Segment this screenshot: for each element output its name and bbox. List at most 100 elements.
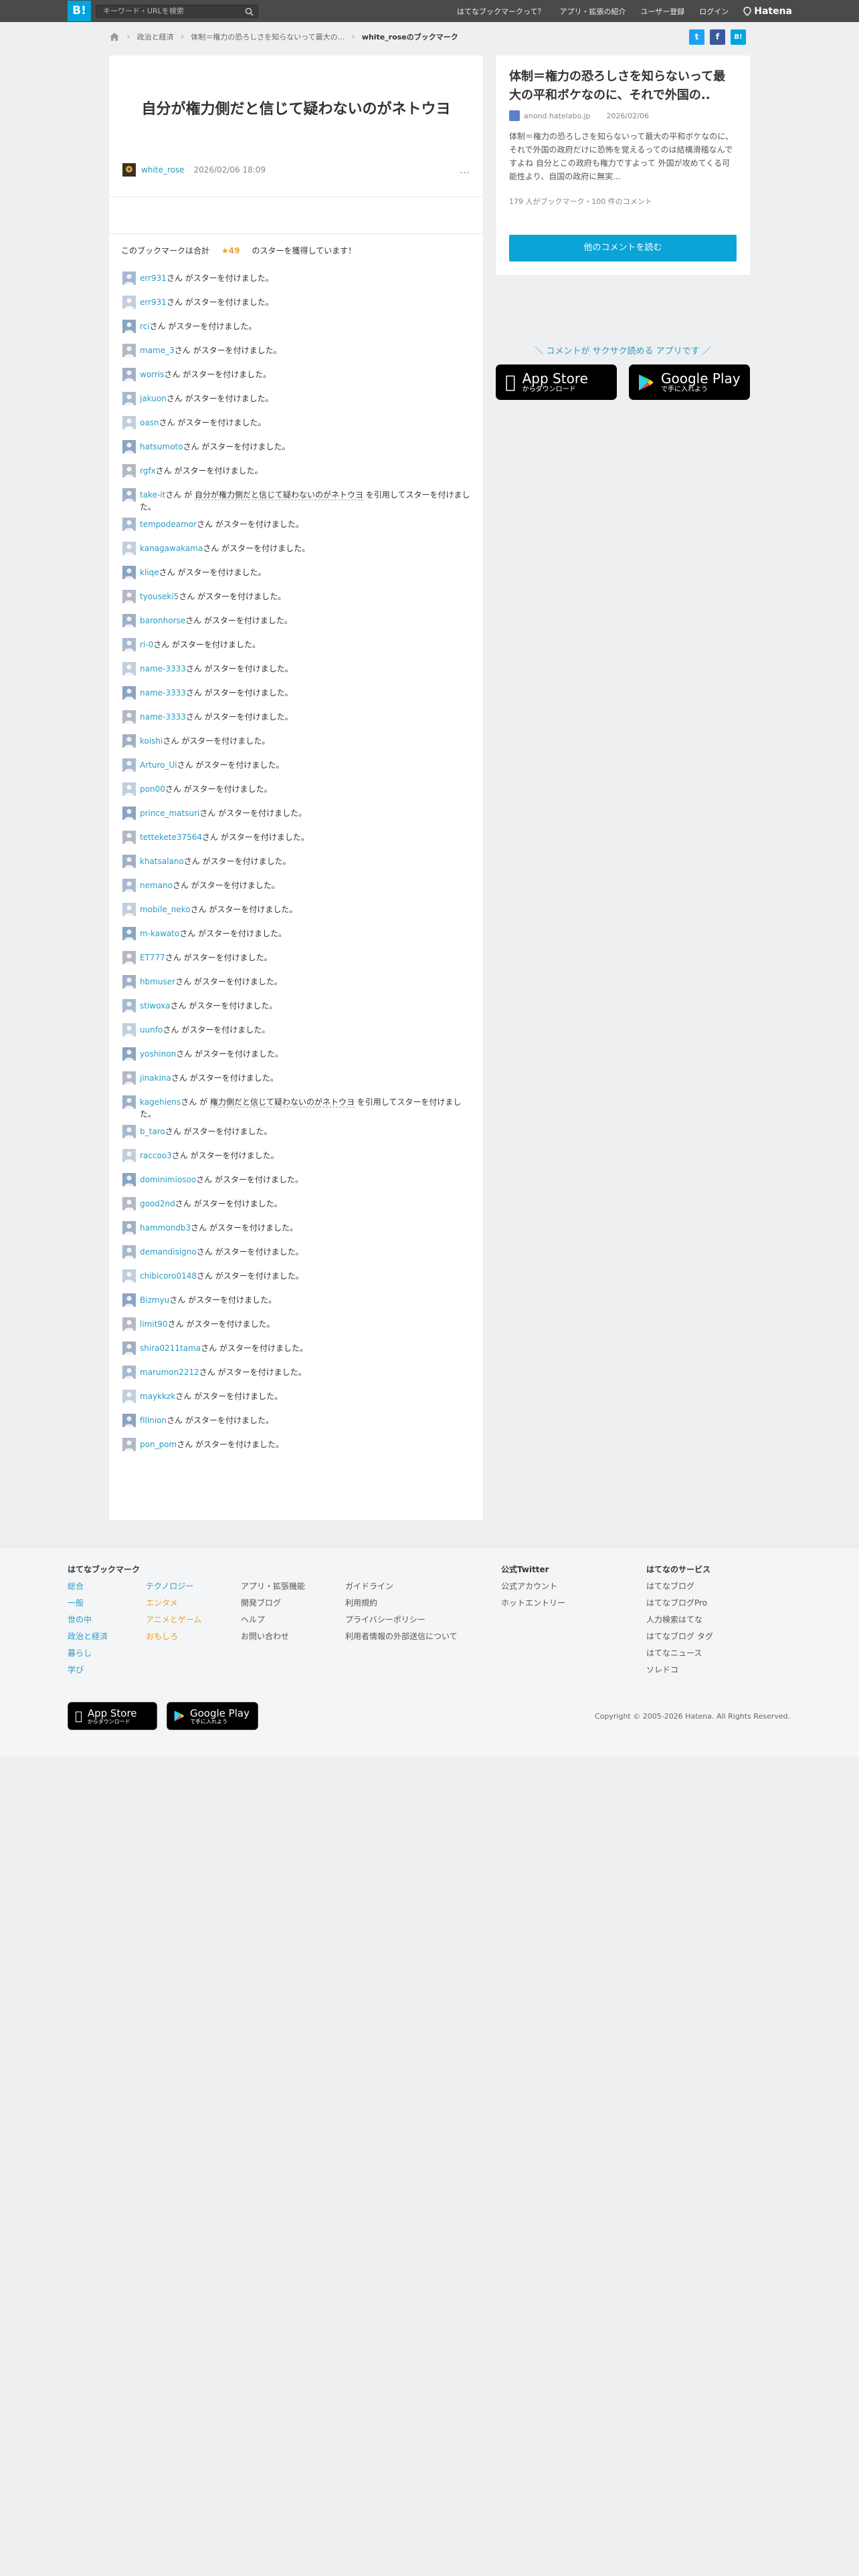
nav-register[interactable]: ユーザー登録 — [640, 6, 684, 17]
avatar[interactable] — [122, 638, 136, 651]
avatar[interactable] — [122, 590, 136, 603]
bookmark-user-link[interactable]: white_rose — [141, 165, 185, 175]
footer-link[interactable]: プライバシーポリシー — [345, 1612, 458, 1628]
star-user-link[interactable]: name-3333 — [140, 712, 186, 722]
star-user-link[interactable]: m-kawato — [140, 929, 179, 938]
star-user-link[interactable]: maykkzk — [140, 1392, 175, 1401]
avatar[interactable] — [122, 1071, 136, 1085]
breadcrumb-entry[interactable]: 体制＝権力の恐ろしさを知らないって最大の... — [191, 31, 345, 42]
hatena-share-icon[interactable]: B! — [731, 29, 746, 45]
star-user-link[interactable]: Arturo_Ui — [140, 760, 177, 770]
footer-cat-life[interactable]: 暮らし — [68, 1645, 140, 1662]
star-user-link[interactable]: kanagawakama — [140, 544, 203, 553]
footer-link[interactable]: はてなブログ タグ — [646, 1628, 713, 1645]
footer-link[interactable]: はてなブログ — [646, 1578, 713, 1595]
avatar[interactable] — [122, 951, 136, 964]
avatar[interactable] — [122, 710, 136, 724]
avatar[interactable] — [122, 758, 136, 772]
footer-link[interactable]: お問い合わせ — [241, 1628, 305, 1645]
google-play-button[interactable]: Google Play で手に入れよう — [629, 364, 750, 400]
search-icon[interactable] — [245, 7, 254, 16]
avatar[interactable] — [122, 975, 136, 988]
avatar[interactable] — [122, 1438, 136, 1451]
avatar[interactable] — [122, 686, 136, 700]
quoted-text[interactable]: 権力側だと信じて疑わないのがネトウヨ — [209, 1097, 355, 1107]
star-user-link[interactable]: hatsumoto — [140, 442, 183, 451]
footer-cat-tech[interactable]: テクノロジー — [146, 1578, 201, 1595]
star-user-link[interactable]: oasn — [140, 418, 159, 427]
star-user-link[interactable]: nemano — [140, 881, 173, 890]
entry-source[interactable]: anond.hatelabo.jp — [524, 112, 591, 120]
footer-link[interactable]: 人力検索はてな — [646, 1612, 713, 1628]
avatar[interactable] — [122, 1390, 136, 1403]
star-user-link[interactable]: hammondb3 — [140, 1223, 191, 1232]
avatar[interactable] — [122, 734, 136, 748]
twitter-share-icon[interactable]: t — [689, 29, 704, 45]
star-user-link[interactable]: pon_pom — [140, 1440, 177, 1449]
avatar[interactable] — [122, 566, 136, 579]
footer-cat-general[interactable]: 一般 — [68, 1595, 140, 1612]
avatar[interactable] — [122, 296, 136, 309]
star-user-link[interactable]: dominimiosoo — [140, 1175, 196, 1184]
star-user-link[interactable]: marumon2212 — [140, 1368, 199, 1377]
avatar[interactable] — [122, 464, 136, 477]
footer-link[interactable]: 開発ブログ — [241, 1595, 305, 1612]
avatar[interactable] — [122, 879, 136, 892]
quoted-text[interactable]: 自分が権力側だと信じて疑わないのがネトウヨ — [195, 490, 364, 500]
footer-app-store-button[interactable]:  App Store からダウンロード — [68, 1702, 157, 1730]
star-user-link[interactable]: kagehiens — [140, 1097, 181, 1107]
avatar[interactable] — [122, 1245, 136, 1259]
footer-link[interactable]: ガイドライン — [345, 1578, 458, 1595]
app-store-button[interactable]:  App Store からダウンロード — [496, 364, 617, 400]
star-user-link[interactable]: uunfo — [140, 1025, 163, 1035]
footer-cat-knowledge[interactable]: 学び — [68, 1662, 140, 1679]
footer-cat-world[interactable]: 世の中 — [68, 1612, 140, 1628]
star-user-link[interactable]: name-3333 — [140, 688, 186, 697]
read-other-comments-button[interactable]: 他のコメントを読む — [509, 235, 737, 261]
avatar[interactable] — [122, 518, 136, 531]
home-icon[interactable] — [109, 32, 120, 41]
avatar[interactable] — [122, 488, 136, 502]
star-user-link[interactable]: shira0211tama — [140, 1344, 201, 1353]
avatar[interactable] — [122, 782, 136, 796]
avatar[interactable] — [122, 320, 136, 333]
star-user-link[interactable]: jinakina — [140, 1073, 171, 1083]
footer-link[interactable]: 利用者情報の外部送信について — [345, 1628, 458, 1645]
footer-cat-politics[interactable]: 政治と経済 — [68, 1628, 140, 1645]
avatar[interactable] — [122, 392, 136, 405]
avatar[interactable] — [122, 1317, 136, 1331]
avatar[interactable] — [122, 1221, 136, 1235]
avatar[interactable] — [122, 272, 136, 285]
footer-link[interactable]: ヘルプ — [241, 1612, 305, 1628]
avatar[interactable] — [122, 1125, 136, 1138]
star-user-link[interactable]: stiwoxa — [140, 1001, 171, 1010]
footer-cat-entertainment[interactable]: エンタメ — [146, 1595, 201, 1612]
avatar[interactable] — [122, 1173, 136, 1186]
more-menu-icon[interactable]: … — [460, 164, 470, 176]
star-user-link[interactable]: demandisigno — [140, 1247, 197, 1257]
hatena-bookmark-logo[interactable]: B! — [68, 1, 91, 21]
star-user-link[interactable]: chibicoro0148 — [140, 1271, 197, 1281]
star-user-link[interactable]: rgfx — [140, 466, 156, 475]
star-user-link[interactable]: err931 — [140, 298, 167, 307]
star-user-link[interactable]: good2nd — [140, 1199, 175, 1208]
star-user-link[interactable]: name-3333 — [140, 664, 186, 673]
avatar[interactable] — [122, 999, 136, 1012]
star-user-link[interactable]: tettekete37564 — [140, 833, 202, 842]
footer-cat-all[interactable]: 総合 — [68, 1578, 140, 1595]
footer-cat-fun[interactable]: おもしろ — [146, 1628, 201, 1645]
star-user-link[interactable]: ET777 — [140, 953, 165, 962]
avatar[interactable] — [122, 344, 136, 357]
avatar[interactable] — [122, 1293, 136, 1307]
star-user-link[interactable]: khatsalano — [140, 857, 184, 866]
avatar[interactable] — [122, 163, 136, 177]
avatar[interactable] — [122, 614, 136, 627]
star-user-link[interactable]: koishi — [140, 736, 163, 746]
breadcrumb-category[interactable]: 政治と経済 — [137, 31, 174, 42]
avatar[interactable] — [122, 416, 136, 429]
footer-link[interactable]: ホットエントリー — [501, 1595, 565, 1612]
avatar[interactable] — [122, 440, 136, 453]
star-user-link[interactable]: kliqe — [140, 568, 159, 577]
avatar[interactable] — [122, 1149, 136, 1162]
avatar[interactable] — [122, 368, 136, 381]
